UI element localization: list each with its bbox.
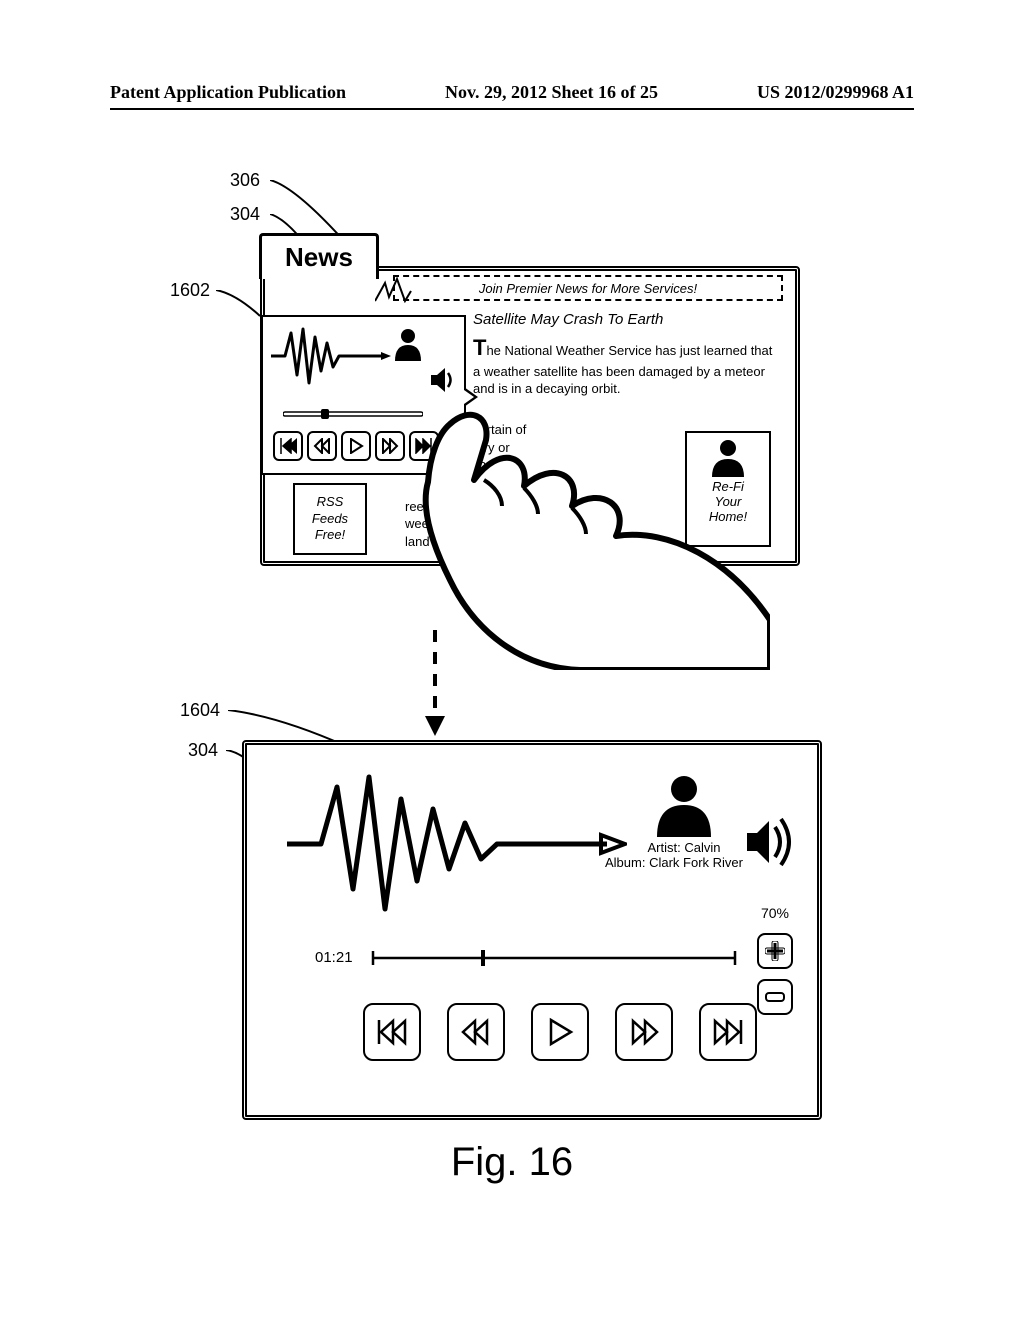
header-left: Patent Application Publication <box>110 82 346 103</box>
ref-304-top: 304 <box>230 204 260 225</box>
volume-speaker[interactable] <box>743 815 793 872</box>
volume-down-button[interactable] <box>757 979 793 1015</box>
waveform-large-icon <box>287 769 627 919</box>
hand-icon <box>390 410 770 670</box>
ref-1604: 1604 <box>180 700 220 721</box>
play-icon <box>545 1017 575 1047</box>
playback-time: 01:21 <box>315 949 353 966</box>
rss-line2: Feeds <box>312 511 348 528</box>
resize-handle[interactable] <box>464 387 478 407</box>
ref-304-bot: 304 <box>188 740 218 761</box>
header-center: Nov. 29, 2012 Sheet 16 of 25 <box>445 82 658 103</box>
album-label: Album: Clark Fork River <box>605 855 729 870</box>
rewind-button-large[interactable] <box>447 1003 505 1061</box>
figure-caption: Fig. 16 <box>110 1140 914 1185</box>
ref-1602: 1602 <box>170 280 210 301</box>
volume-percent: 70% <box>761 905 789 921</box>
rss-line3: Free! <box>315 527 345 544</box>
waveform-icon <box>271 323 391 389</box>
artist-info: Artist: Calvin Album: Clark Fork River <box>639 773 729 870</box>
volume-up-button[interactable] <box>757 933 793 969</box>
banner-text: Join Premier News for More Services! <box>479 281 697 296</box>
artist-icon <box>391 327 425 361</box>
skip-back-button-large[interactable] <box>363 1003 421 1061</box>
play-button[interactable] <box>341 431 371 461</box>
header-right: US 2012/0299968 A1 <box>757 82 914 103</box>
rewind-icon <box>313 438 331 454</box>
header-rule <box>110 108 914 110</box>
skip-back-icon <box>279 438 297 454</box>
rewind-button[interactable] <box>307 431 337 461</box>
plus-icon <box>765 941 785 961</box>
play-button-large[interactable] <box>531 1003 589 1061</box>
skip-forward-button-large[interactable] <box>699 1003 757 1061</box>
ref-306: 306 <box>230 170 260 191</box>
dropcap: T <box>473 335 486 360</box>
forward-icon <box>627 1018 661 1046</box>
rss-ad[interactable]: RSS Feeds Free! <box>293 483 367 555</box>
artist-large-icon <box>649 773 719 837</box>
banner-ad[interactable]: Join Premier News for More Services! <box>393 275 783 301</box>
news-tab[interactable]: News <box>259 233 379 279</box>
article-text: he National Weather Service has just lea… <box>473 343 772 396</box>
article-body: The National Weather Service has just le… <box>473 333 783 398</box>
speaker-icon <box>429 365 457 395</box>
minus-icon <box>765 992 785 1002</box>
speaker-large-icon <box>743 815 793 869</box>
play-icon <box>348 438 364 454</box>
news-tab-label: News <box>285 242 353 273</box>
skip-back-icon <box>375 1018 409 1046</box>
tab-handle-icon <box>375 277 413 303</box>
rewind-icon <box>459 1018 493 1046</box>
skip-forward-icon <box>711 1018 745 1046</box>
rss-line1: RSS <box>317 494 344 511</box>
player-panel: Artist: Calvin Album: Clark Fork River 7… <box>242 740 822 1120</box>
artist-label: Artist: Calvin <box>639 840 729 855</box>
playback-controls <box>363 1003 757 1061</box>
forward-button-large[interactable] <box>615 1003 673 1061</box>
article-headline: Satellite May Crash To Earth <box>473 311 663 328</box>
lead-line-1602 <box>216 290 262 320</box>
figure: 306 304 1602 News Join Premier News for … <box>110 170 914 1260</box>
page-header: Patent Application Publication Nov. 29, … <box>110 82 914 103</box>
progress-bar[interactable] <box>369 949 739 967</box>
skip-back-button[interactable] <box>273 431 303 461</box>
